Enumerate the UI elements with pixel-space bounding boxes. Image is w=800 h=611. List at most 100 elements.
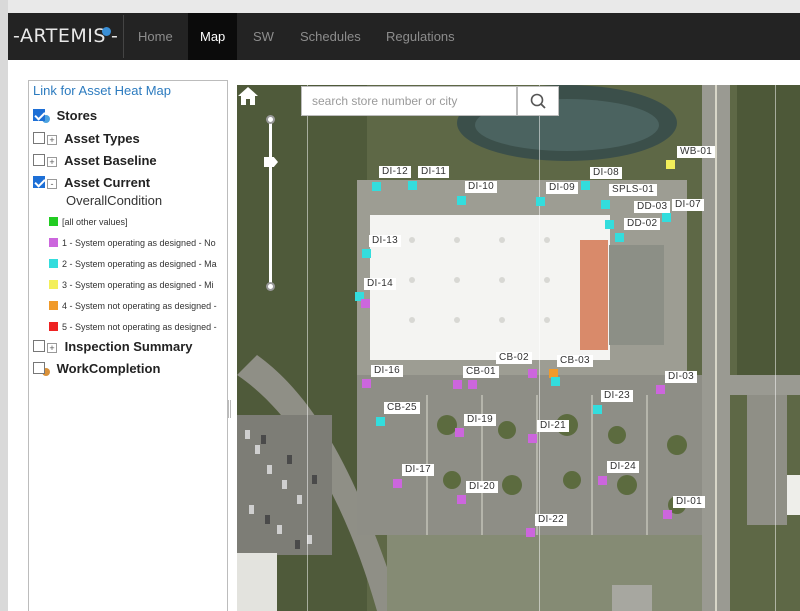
asset-marker[interactable]	[666, 160, 675, 169]
zoom-slider-track[interactable]	[269, 119, 272, 289]
asset-marker[interactable]	[581, 181, 590, 190]
legend-item: 2 - System operating as designed - Ma	[49, 259, 227, 269]
asset-marker[interactable]	[615, 233, 624, 242]
asset-marker[interactable]	[457, 495, 466, 504]
search-button[interactable]	[517, 86, 559, 116]
app-window: -ARTEMIS - Home Map SW Schedules Regulati…	[0, 0, 800, 611]
layer-work-completion[interactable]: WorkCompletion	[33, 361, 160, 376]
asset-marker[interactable]	[361, 299, 370, 308]
inspection-summary-checkbox[interactable]	[33, 340, 45, 352]
asset-label[interactable]: DI-01	[673, 496, 705, 508]
zoom-in-stop[interactable]	[266, 115, 275, 124]
asset-baseline-checkbox[interactable]	[33, 154, 45, 166]
legend-swatch-icon	[49, 217, 58, 226]
asset-label[interactable]: SPLS-01	[609, 184, 658, 196]
asset-label[interactable]: CB-02	[496, 352, 532, 364]
layer-asset-current[interactable]: - Asset Current	[33, 175, 150, 190]
asset-marker[interactable]	[663, 510, 672, 519]
asset-label[interactable]: DI-20	[466, 481, 498, 493]
asset-label[interactable]: DI-12	[379, 166, 411, 178]
layer-panel: Link for Asset Heat Map Stores + Asset T…	[28, 80, 228, 611]
asset-label[interactable]: DD-03	[634, 201, 671, 213]
layer-inspection-summary[interactable]: + Inspection Summary	[33, 339, 193, 354]
layer-stores[interactable]: Stores	[33, 108, 97, 123]
asset-marker[interactable]	[393, 479, 402, 488]
nav-schedules[interactable]: Schedules	[288, 13, 373, 60]
asset-marker[interactable]	[526, 528, 535, 537]
nav-home[interactable]: Home	[126, 13, 185, 60]
asset-label[interactable]: DI-23	[601, 390, 633, 402]
asset-marker[interactable]	[372, 182, 381, 191]
asset-marker[interactable]	[662, 213, 671, 222]
legend-swatch-icon	[49, 301, 58, 310]
asset-label[interactable]: DI-19	[464, 414, 496, 426]
stores-checkbox[interactable]	[33, 109, 45, 121]
collapse-icon[interactable]: -	[47, 179, 57, 189]
asset-types-checkbox[interactable]	[33, 132, 45, 144]
expand-icon[interactable]: +	[47, 135, 57, 145]
nav-regulations[interactable]: Regulations	[374, 13, 467, 60]
work-completion-checkbox[interactable]	[33, 362, 45, 374]
asset-label[interactable]: DD-02	[624, 218, 661, 230]
asset-label[interactable]: DI-11	[418, 166, 450, 178]
layer-asset-types[interactable]: + Asset Types	[33, 131, 140, 146]
panel-splitter[interactable]	[228, 400, 231, 418]
asset-marker[interactable]	[601, 200, 610, 209]
asset-label[interactable]: DI-03	[665, 371, 697, 383]
asset-label[interactable]: DI-14	[364, 278, 396, 290]
asset-marker[interactable]	[453, 380, 462, 389]
legend-swatch-icon	[49, 280, 58, 289]
asset-label[interactable]: DI-24	[607, 461, 639, 473]
asset-label[interactable]: CB-25	[384, 402, 420, 414]
asset-label[interactable]: DI-10	[465, 181, 497, 193]
nav-sw[interactable]: SW	[241, 13, 286, 60]
logo-text: ARTEMIS	[19, 25, 106, 47]
asset-marker[interactable]	[362, 379, 371, 388]
asset-label[interactable]: DI-09	[546, 182, 578, 194]
store-search-input[interactable]: search store number or city	[301, 86, 517, 116]
home-extent-icon[interactable]	[237, 85, 259, 107]
expand-icon[interactable]: +	[47, 343, 57, 353]
asset-label[interactable]: DI-08	[590, 167, 622, 179]
asset-label[interactable]: CB-03	[557, 355, 593, 367]
layer-label: Asset Types	[64, 131, 140, 146]
asset-current-checkbox[interactable]	[33, 176, 45, 188]
map-view[interactable]: search store number or city WB-01 DI-12 …	[237, 85, 800, 611]
search-icon	[530, 93, 546, 109]
asset-label[interactable]: CB-01	[463, 366, 499, 378]
legend-label: 2 - System operating as designed - Ma	[62, 259, 217, 269]
asset-label[interactable]: DI-17	[402, 464, 434, 476]
asset-label[interactable]: WB-01	[677, 146, 716, 158]
asset-marker[interactable]	[551, 377, 560, 386]
asset-marker[interactable]	[593, 405, 602, 414]
legend-label: 3 - System operating as designed - Mi	[62, 280, 214, 290]
asset-label[interactable]: DI-22	[535, 514, 567, 526]
asset-marker[interactable]	[457, 196, 466, 205]
nav-divider	[123, 15, 124, 58]
asset-marker[interactable]	[468, 380, 477, 389]
asset-marker[interactable]	[455, 428, 464, 437]
asset-marker[interactable]	[656, 385, 665, 394]
zoom-out-stop[interactable]	[266, 282, 275, 291]
asset-marker[interactable]	[528, 369, 537, 378]
legend-label: [all other values]	[62, 217, 128, 227]
asset-marker[interactable]	[408, 181, 417, 190]
asset-label[interactable]: DI-07	[672, 199, 704, 211]
asset-marker[interactable]	[605, 220, 614, 229]
asset-marker[interactable]	[362, 249, 371, 258]
layer-asset-baseline[interactable]: + Asset Baseline	[33, 153, 157, 168]
app-logo[interactable]: -ARTEMIS -	[13, 25, 118, 47]
layer-label: Inspection Summary	[64, 339, 193, 354]
asset-heat-map-link[interactable]: Link for Asset Heat Map	[33, 83, 171, 98]
asset-current-field-name: OverallCondition	[66, 193, 163, 208]
asset-marker[interactable]	[376, 417, 385, 426]
asset-label[interactable]: DI-13	[369, 235, 401, 247]
map-grid-line	[307, 85, 308, 611]
asset-label[interactable]: DI-16	[371, 365, 403, 377]
nav-map[interactable]: Map	[188, 13, 238, 60]
asset-marker[interactable]	[536, 197, 545, 206]
expand-icon[interactable]: +	[47, 157, 57, 167]
asset-marker[interactable]	[598, 476, 607, 485]
asset-marker[interactable]	[528, 434, 537, 443]
asset-label[interactable]: DI-21	[537, 420, 569, 432]
